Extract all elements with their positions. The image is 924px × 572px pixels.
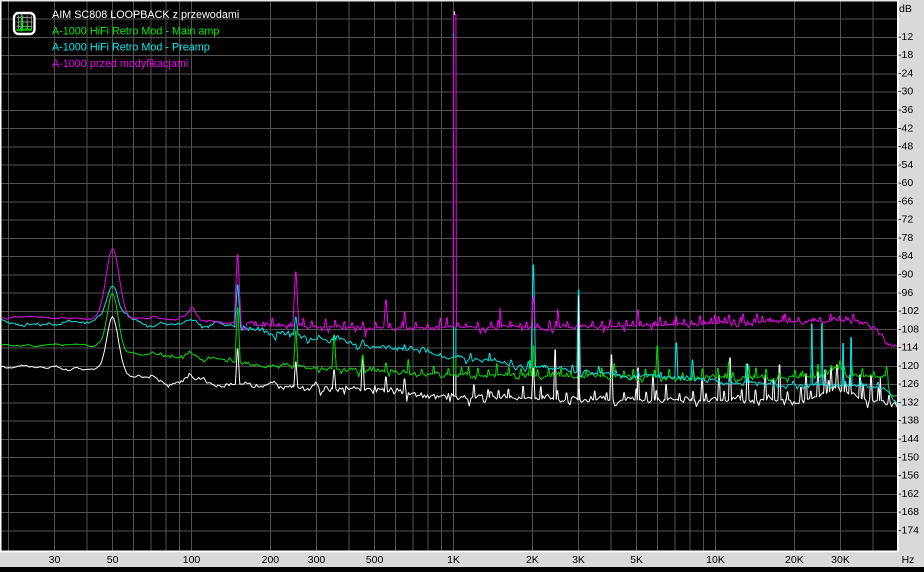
svg-text:2K: 2K [526, 554, 539, 566]
svg-text:-162: -162 [898, 488, 919, 500]
svg-text:-42: -42 [898, 122, 913, 134]
svg-text:A-1000 HiFi Retro Mod - Preamp: A-1000 HiFi Retro Mod - Preamp [52, 42, 210, 54]
svg-text:-150: -150 [898, 451, 919, 463]
svg-text:-168: -168 [898, 506, 919, 518]
svg-text:1K: 1K [447, 554, 460, 566]
svg-text:-120: -120 [898, 360, 919, 372]
svg-text:-84: -84 [898, 250, 913, 262]
svg-text:-114: -114 [898, 342, 918, 354]
svg-text:A-1000 HiFi Retro Mod - Main a: A-1000 HiFi Retro Mod - Main amp [52, 25, 219, 37]
svg-text:-174: -174 [898, 524, 919, 536]
svg-text:-108: -108 [898, 323, 919, 335]
svg-text:20K: 20K [785, 554, 804, 566]
svg-text:5K: 5K [630, 554, 643, 566]
svg-text:-78: -78 [898, 232, 913, 244]
svg-text:-132: -132 [898, 397, 919, 409]
svg-text:50: 50 [107, 554, 119, 566]
svg-text:-12: -12 [898, 31, 913, 43]
svg-text:100: 100 [183, 554, 201, 566]
svg-text:-60: -60 [898, 177, 913, 189]
svg-text:-126: -126 [898, 378, 919, 390]
svg-text:-138: -138 [898, 415, 919, 427]
svg-text:300: 300 [308, 554, 326, 566]
svg-text:Hz: Hz [902, 554, 915, 566]
svg-text:-54: -54 [898, 159, 913, 171]
svg-text:-66: -66 [898, 195, 913, 207]
svg-text:-90: -90 [898, 269, 913, 281]
svg-text:-36: -36 [898, 104, 913, 116]
svg-text:30: 30 [49, 554, 61, 566]
svg-text:AIM SC808 LOOPBACK z przewodam: AIM SC808 LOOPBACK z przewodami [52, 9, 239, 21]
svg-text:-96: -96 [898, 287, 913, 299]
svg-text:200: 200 [262, 554, 280, 566]
svg-text:-30: -30 [898, 86, 913, 98]
svg-text:-72: -72 [898, 214, 913, 226]
svg-text:-18: -18 [898, 49, 913, 61]
svg-text:A-1000 przed modyfikacjami: A-1000 przed modyfikacjami [52, 58, 188, 70]
svg-text:-24: -24 [898, 67, 913, 79]
svg-text:10K: 10K [706, 554, 725, 566]
svg-text:dB: dB [899, 3, 912, 15]
svg-text:30K: 30K [831, 554, 850, 566]
svg-text:-156: -156 [898, 470, 919, 482]
svg-text:-144: -144 [898, 433, 919, 445]
svg-text:500: 500 [366, 554, 384, 566]
svg-text:-102: -102 [898, 305, 919, 317]
svg-text:-48: -48 [898, 141, 913, 153]
svg-text:3K: 3K [572, 554, 585, 566]
